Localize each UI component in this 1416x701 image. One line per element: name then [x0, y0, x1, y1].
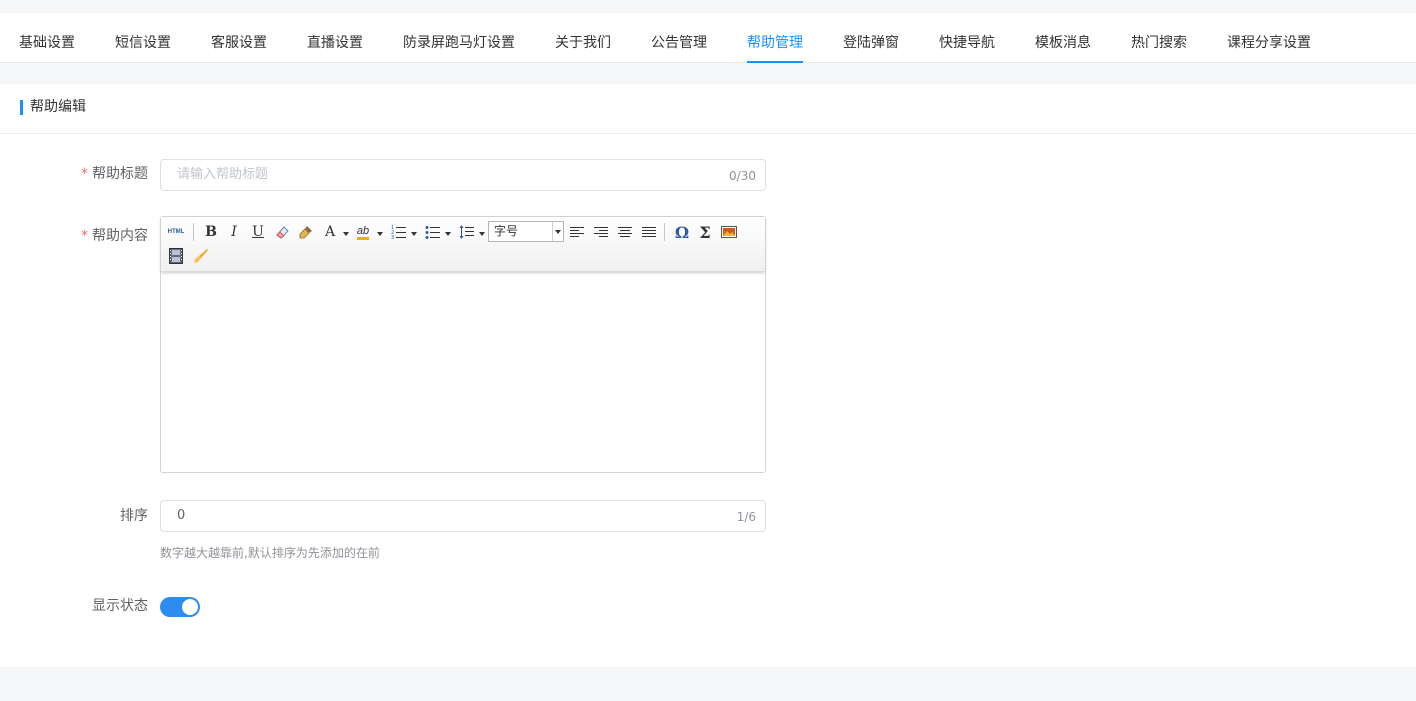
- html-icon[interactable]: HTML: [166, 222, 186, 242]
- required-mark: *: [81, 166, 88, 182]
- toolbar-divider: [193, 223, 194, 241]
- font-size-select-value: 字号: [494, 224, 519, 238]
- rich-text-editor: HTML B I U A ab 123 字号 Ω Σ: [160, 216, 766, 473]
- tab-login-popup[interactable]: 登陆弹窗: [843, 13, 899, 63]
- toggle-knob: [182, 599, 198, 615]
- chevron-down-icon[interactable]: [445, 232, 451, 236]
- highlight-text: ab: [356, 225, 370, 240]
- card-header: 帮助编辑: [0, 84, 1416, 134]
- align-center-icon[interactable]: [615, 222, 635, 242]
- justify-icon[interactable]: [639, 222, 659, 242]
- tab-help-management[interactable]: 帮助管理: [747, 13, 803, 63]
- video-icon[interactable]: [166, 246, 186, 266]
- help-title-counter: 0/30: [729, 169, 756, 183]
- ordered-list-icon[interactable]: 123: [389, 222, 409, 242]
- underline-icon[interactable]: U: [248, 222, 268, 242]
- align-left-icon[interactable]: [567, 222, 587, 242]
- align-right-icon[interactable]: [591, 222, 611, 242]
- font-size-select[interactable]: 字号: [488, 221, 564, 242]
- italic-icon[interactable]: I: [224, 222, 244, 242]
- settings-tabs: 基础设置 短信设置 客服设置 直播设置 防录屏跑马灯设置 关于我们 公告管理 帮…: [0, 13, 1416, 63]
- line-height-icon[interactable]: [457, 222, 477, 242]
- help-title-label: * 帮助标题: [8, 164, 148, 184]
- chevron-down-icon[interactable]: [377, 232, 383, 236]
- help-content-label: * 帮助内容: [8, 226, 148, 246]
- editor-content-area[interactable]: [161, 273, 765, 472]
- tab-course-share-settings[interactable]: 课程分享设置: [1227, 13, 1311, 63]
- status-toggle[interactable]: [160, 597, 200, 617]
- image-icon[interactable]: [719, 222, 739, 242]
- eraser-icon[interactable]: [272, 222, 292, 242]
- svg-text:3: 3: [391, 235, 394, 240]
- status-label: 显示状态: [92, 598, 148, 614]
- sigma-icon[interactable]: Σ: [695, 222, 715, 242]
- help-title-label-text: 帮助标题: [92, 166, 148, 182]
- chevron-down-icon[interactable]: [343, 232, 349, 236]
- editor-toolbar: HTML B I U A ab 123 字号 Ω Σ: [161, 217, 765, 272]
- format-brush-icon[interactable]: [296, 222, 316, 242]
- sort-hint: 数字越大越靠前,默认排序为先添加的在前: [160, 546, 380, 560]
- tab-announcement-management[interactable]: 公告管理: [651, 13, 707, 63]
- tab-template-messages[interactable]: 模板消息: [1035, 13, 1091, 63]
- tab-quick-navigation[interactable]: 快捷导航: [939, 13, 995, 63]
- tab-sms-settings[interactable]: 短信设置: [115, 13, 171, 63]
- sort-value: 0: [177, 508, 186, 523]
- toolbar-divider: [664, 223, 665, 241]
- chevron-down-icon[interactable]: [479, 232, 485, 236]
- tab-live-settings[interactable]: 直播设置: [307, 13, 363, 63]
- help-content-label-text: 帮助内容: [92, 228, 148, 244]
- highlight-icon[interactable]: ab: [353, 222, 373, 242]
- omega-icon[interactable]: Ω: [672, 222, 692, 242]
- tab-customer-service-settings[interactable]: 客服设置: [211, 13, 267, 63]
- chevron-down-icon[interactable]: [552, 222, 563, 241]
- tab-basic-settings[interactable]: 基础设置: [19, 13, 75, 63]
- tab-anti-recording-settings[interactable]: 防录屏跑马灯设置: [403, 13, 515, 63]
- card-title: 帮助编辑: [30, 99, 86, 115]
- tab-hot-search[interactable]: 热门搜索: [1131, 13, 1187, 63]
- help-title-input[interactable]: 请输入帮助标题 0/30: [160, 159, 766, 191]
- required-mark: *: [81, 228, 88, 244]
- help-title-placeholder: 请输入帮助标题: [177, 167, 269, 182]
- sort-input[interactable]: 0 1/6: [160, 500, 766, 532]
- unordered-list-icon[interactable]: [423, 222, 443, 242]
- sort-counter: 1/6: [736, 510, 756, 524]
- chevron-down-icon[interactable]: [411, 232, 417, 236]
- brush-icon[interactable]: [191, 246, 211, 266]
- sort-label: 排序: [120, 508, 148, 524]
- title-accent-bar: [20, 100, 23, 115]
- tab-about-us[interactable]: 关于我们: [555, 13, 611, 63]
- font-color-icon[interactable]: A: [320, 222, 340, 242]
- bold-icon[interactable]: B: [201, 222, 221, 242]
